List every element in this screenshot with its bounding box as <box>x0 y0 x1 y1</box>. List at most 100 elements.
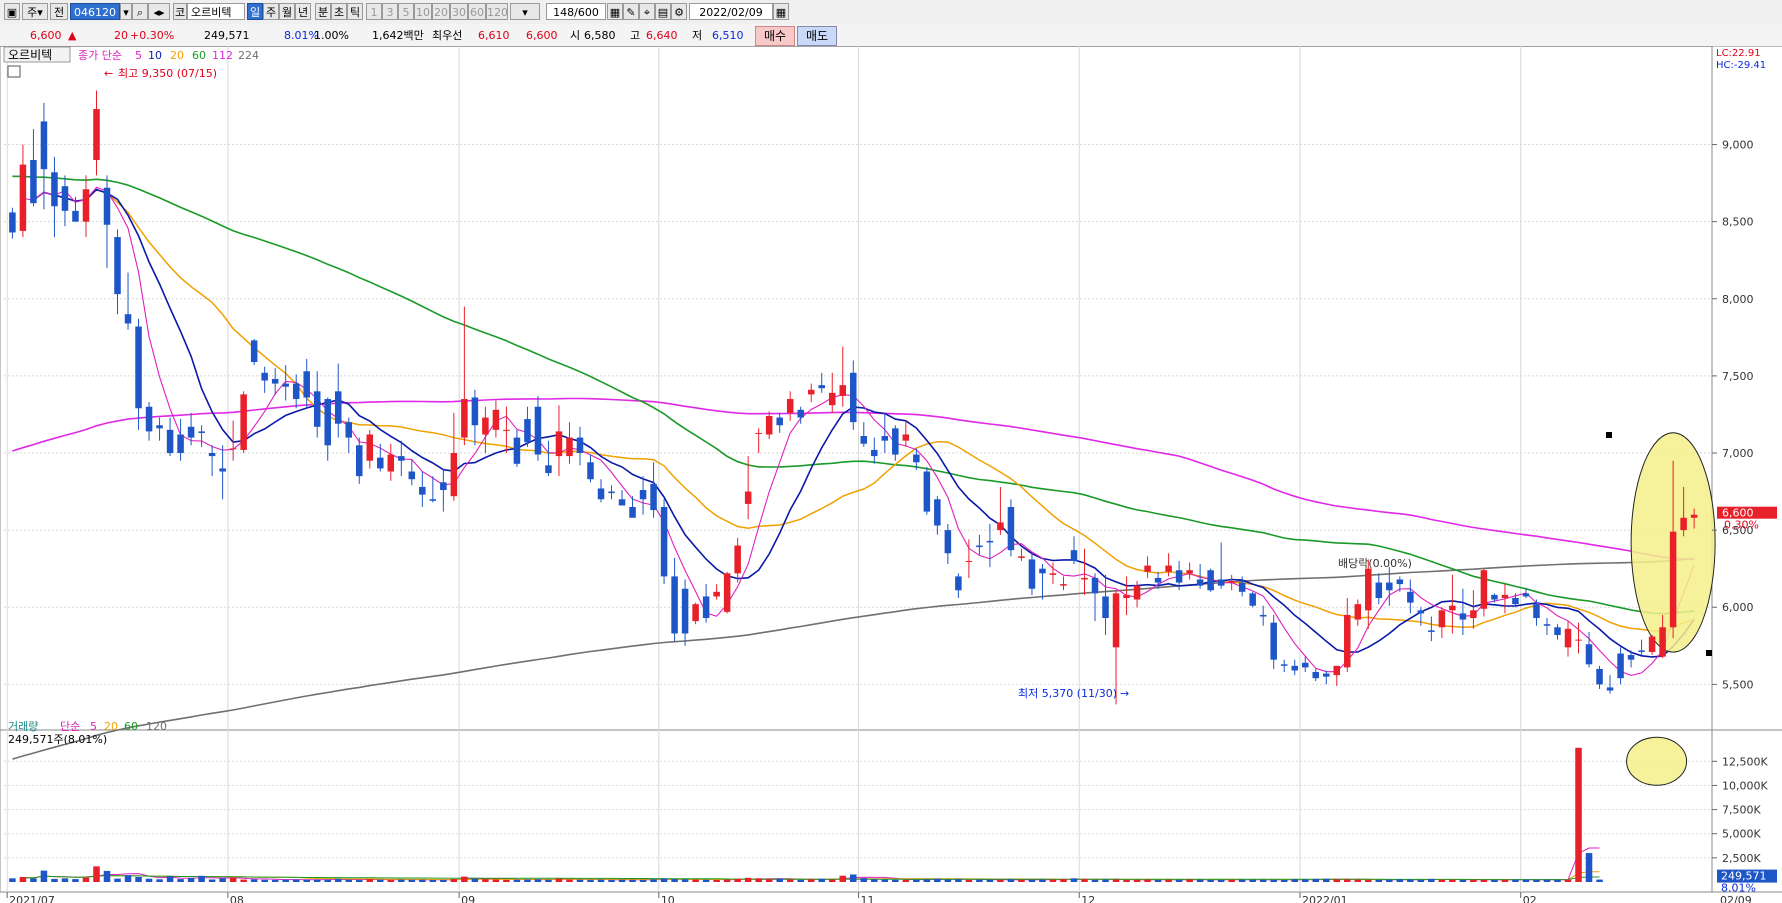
candle-body <box>1659 627 1666 657</box>
tab-tick[interactable]: 틱 <box>347 3 363 20</box>
price-tick-label: 8,000 <box>1722 293 1754 306</box>
interval-1[interactable]: 1 <box>366 3 382 20</box>
volume-current: 249,571주(8.01%) <box>8 733 107 746</box>
code-dropdown-icon[interactable]: ▾ <box>120 3 132 20</box>
volume-bar <box>124 875 132 882</box>
volume-bar <box>1039 879 1046 882</box>
drawing-handle[interactable] <box>1706 650 1712 656</box>
volume-bar <box>492 879 500 882</box>
candle-body <box>1270 622 1277 660</box>
interval-60[interactable]: 60 <box>468 3 486 20</box>
interval-20[interactable]: 20 <box>432 3 450 20</box>
candle-body <box>1669 531 1677 628</box>
price-tick-label: 5,500 <box>1722 678 1754 691</box>
volume-legend-prefix: 단순 <box>60 720 80 733</box>
interval-5[interactable]: 5 <box>398 3 414 20</box>
date-tick-label: 10 <box>661 894 675 903</box>
candle-body <box>177 434 184 454</box>
candle-body <box>1322 673 1330 677</box>
volume-bar <box>671 879 678 882</box>
volume-bar <box>1564 879 1572 882</box>
candle-body <box>1512 597 1519 605</box>
candle-body <box>1165 565 1172 572</box>
candle-body <box>156 425 163 429</box>
count-value: 148 <box>553 6 575 19</box>
drawing-handle[interactable] <box>1606 432 1612 438</box>
chart-area[interactable]: 5,5006,0006,5007,0007,5008,0008,5009,000… <box>0 46 1782 903</box>
grid-icon[interactable]: ▦ <box>607 3 623 20</box>
candle-body <box>608 491 615 494</box>
volume-bar <box>1533 879 1540 882</box>
volume-bar <box>208 879 216 882</box>
calendar-icon[interactable]: ▦ <box>773 3 789 20</box>
save-icon[interactable]: ▤ <box>655 3 671 20</box>
highlight-ellipse-volume <box>1626 736 1688 786</box>
stock-code-input[interactable]: 046120 <box>70 3 120 20</box>
volume-bar <box>1249 879 1256 882</box>
candle-body <box>839 385 847 396</box>
chart-settings-icon[interactable] <box>7 65 21 78</box>
volume-bar <box>1375 879 1383 882</box>
volume-bar <box>1270 879 1277 882</box>
high-annotation: 최고 9,350 (07/15) <box>118 67 217 80</box>
market-select[interactable]: 전 <box>50 3 68 20</box>
draw-icon[interactable]: ✎ <box>623 3 639 20</box>
sell-button[interactable]: 매도 <box>797 26 837 46</box>
candle-body <box>576 437 584 454</box>
speaker-icon[interactable]: ◂▸ <box>148 3 170 20</box>
interval-30[interactable]: 30 <box>450 3 468 20</box>
volume-bar <box>1596 879 1603 882</box>
volume-bar <box>30 878 37 882</box>
volume-bar <box>1333 879 1341 882</box>
volume-bar <box>303 879 310 882</box>
volume-bar <box>713 879 720 882</box>
candle-body <box>198 431 205 433</box>
candle-body <box>345 422 353 438</box>
candle-body <box>807 389 815 395</box>
volume-bar <box>198 875 205 882</box>
interval-dropdown-icon[interactable]: ▾ <box>510 3 540 20</box>
candle-body <box>61 186 69 211</box>
volume-bar <box>1449 879 1456 882</box>
tab-second[interactable]: 초 <box>331 3 347 20</box>
interval-3[interactable]: 3 <box>382 3 398 20</box>
volume-bar <box>1543 879 1551 882</box>
candle-body <box>440 482 447 491</box>
volume-bar <box>156 879 163 882</box>
menu-icon[interactable]: ▣ <box>4 3 20 20</box>
volume-ratio: 1.00% <box>314 29 349 42</box>
date-field[interactable]: 2022/02/09 <box>689 3 773 20</box>
date-tick-label: 09 <box>461 894 475 903</box>
volume-bar <box>545 879 552 882</box>
volume-bar <box>702 879 710 882</box>
volume-bar <box>797 879 804 882</box>
tab-minute[interactable]: 분 <box>315 3 331 20</box>
volume-bar <box>1459 879 1467 882</box>
count-field[interactable]: 148/600 <box>546 3 606 20</box>
last-change-label: 0.30% <box>1724 519 1759 532</box>
volume-bar <box>1070 878 1078 882</box>
chart-title: 오르비텍 <box>8 48 52 62</box>
candle-body <box>597 488 605 500</box>
candle-body <box>1070 550 1078 561</box>
cursor-icon[interactable]: ⌖ <box>639 3 655 20</box>
search-icon[interactable]: ⌕ <box>132 3 148 20</box>
candle-body <box>692 604 699 622</box>
stock-name[interactable]: 오르비텍 <box>187 3 245 20</box>
tab-day[interactable]: 일 <box>247 3 263 20</box>
volume-bar <box>1322 878 1330 882</box>
period-type-select[interactable]: 주▾ <box>22 3 48 20</box>
volume-bar <box>513 879 521 882</box>
volume-bar <box>934 878 941 882</box>
candle-body <box>282 383 289 387</box>
candle-body <box>1039 568 1046 574</box>
candle-body <box>1217 579 1225 586</box>
tab-week[interactable]: 주 <box>263 3 279 20</box>
gear-icon[interactable]: ⚙ <box>671 3 687 20</box>
interval-120[interactable]: 120 <box>486 3 508 20</box>
tab-month[interactable]: 월 <box>279 3 295 20</box>
volume-bar <box>913 879 920 882</box>
tab-year[interactable]: 년 <box>295 3 311 20</box>
interval-10[interactable]: 10 <box>414 3 432 20</box>
buy-button[interactable]: 매수 <box>755 26 795 46</box>
